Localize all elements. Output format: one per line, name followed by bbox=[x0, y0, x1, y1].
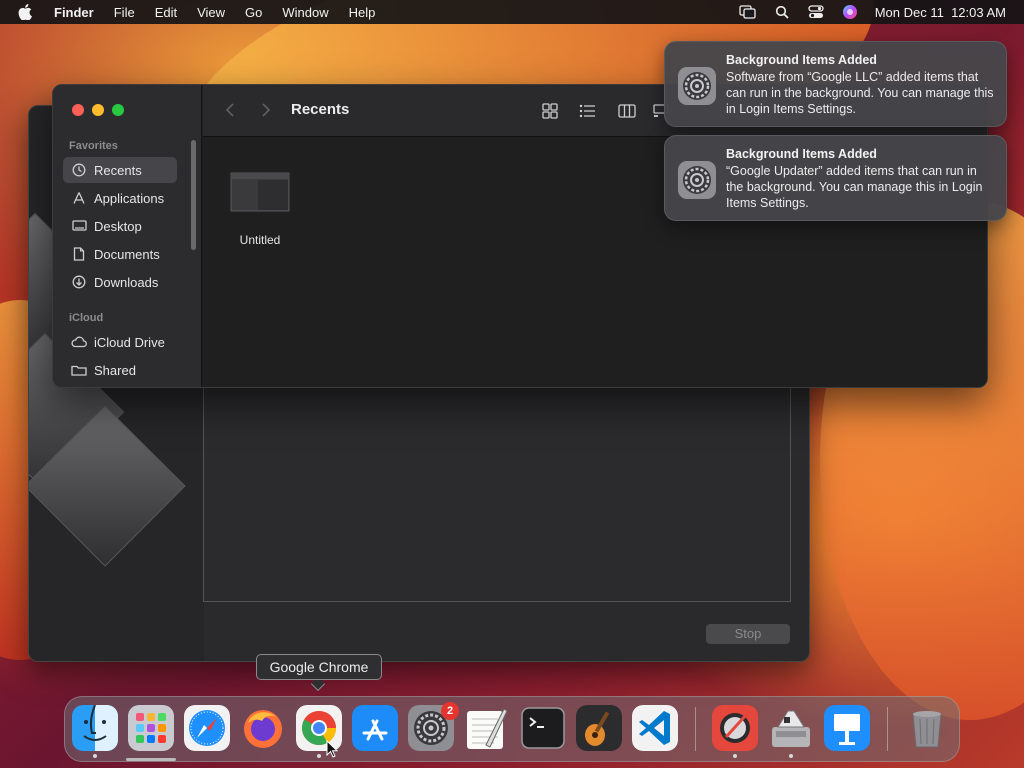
menu-bar: Finder File Edit View Go Window Help Mon… bbox=[0, 0, 1024, 24]
sidebar-item-label: Recents bbox=[94, 162, 142, 178]
launchpad-dock-icon[interactable] bbox=[128, 705, 174, 751]
apple-menu-icon[interactable] bbox=[18, 4, 38, 20]
sidebar-scrollbar[interactable] bbox=[191, 140, 196, 250]
control-center-icon[interactable] bbox=[807, 4, 825, 20]
notification-background-items-1[interactable]: Background Items Added Software from “Go… bbox=[664, 41, 1007, 127]
file-thumbnail-icon bbox=[230, 172, 290, 214]
menu-app-name[interactable]: Finder bbox=[54, 5, 94, 20]
notification-body: “Google Updater” added items that can ru… bbox=[726, 164, 983, 210]
dock-scroll-indicator bbox=[126, 758, 176, 761]
shared-folder-icon bbox=[71, 362, 87, 378]
dock bbox=[64, 696, 960, 762]
file-name: Untitled bbox=[239, 233, 281, 247]
sidebar-item-downloads[interactable]: Downloads bbox=[63, 269, 177, 295]
screen-mirroring-icon[interactable] bbox=[739, 4, 757, 20]
system-settings-icon bbox=[677, 66, 717, 106]
notification-badge: 2 bbox=[441, 702, 459, 720]
forward-chevron-icon[interactable] bbox=[261, 101, 271, 124]
sidebar-item-label: iCloud Drive bbox=[94, 334, 165, 350]
app-store-dock-icon[interactable] bbox=[352, 705, 398, 751]
sidebar-item-documents[interactable]: Documents bbox=[63, 241, 177, 267]
dock-tooltip: Google Chrome bbox=[256, 654, 382, 680]
finder-sidebar: Favorites Recents Applications Desktop D… bbox=[53, 85, 202, 387]
menu-edit[interactable]: Edit bbox=[155, 5, 177, 20]
installer-content-area bbox=[203, 386, 791, 602]
icon-view-icon[interactable] bbox=[538, 99, 562, 123]
finder-window: Favorites Recents Applications Desktop D… bbox=[52, 84, 988, 388]
notification-body: Software from “Google LLC” added items t… bbox=[726, 70, 994, 116]
document-icon bbox=[71, 246, 87, 262]
window-title: Recents bbox=[291, 101, 350, 118]
download-icon bbox=[71, 274, 87, 290]
menubar-clock[interactable]: Mon Dec 11 12:03 AM bbox=[875, 5, 1006, 20]
running-indicator bbox=[789, 754, 793, 758]
sidebar-item-recents[interactable]: Recents bbox=[63, 157, 177, 183]
sidebar-item-label: Downloads bbox=[94, 274, 159, 290]
spotlight-icon[interactable] bbox=[773, 4, 791, 20]
garageband-dock-icon[interactable] bbox=[576, 705, 622, 751]
menu-view[interactable]: View bbox=[197, 5, 225, 20]
notification-background-items-2[interactable]: Background Items Added “Google Updater” … bbox=[664, 135, 1007, 221]
system-settings-icon bbox=[677, 160, 717, 200]
siri-icon[interactable] bbox=[841, 4, 859, 20]
mouse-cursor-icon bbox=[326, 739, 339, 763]
sidebar-item-desktop[interactable]: Desktop bbox=[63, 213, 177, 239]
minimize-button[interactable] bbox=[92, 104, 104, 116]
menu-go[interactable]: Go bbox=[245, 5, 262, 20]
sidebar-item-label: Desktop bbox=[94, 218, 142, 234]
stop-button[interactable]: Stop bbox=[706, 624, 790, 644]
sidebar-item-label: Applications bbox=[94, 190, 165, 206]
dock-separator bbox=[887, 707, 888, 751]
sidebar-item-label: Documents bbox=[94, 246, 160, 262]
menu-help[interactable]: Help bbox=[349, 5, 376, 20]
back-chevron-icon[interactable] bbox=[225, 101, 235, 124]
notification-title: Background Items Added bbox=[726, 147, 877, 161]
finder-dock-icon[interactable] bbox=[72, 705, 118, 751]
firefox-dock-icon[interactable] bbox=[240, 705, 286, 751]
close-button[interactable] bbox=[72, 104, 84, 116]
file-item-untitled[interactable]: Untitled bbox=[230, 172, 290, 247]
safari-dock-icon[interactable] bbox=[184, 705, 230, 751]
running-indicator bbox=[317, 754, 321, 758]
column-view-icon[interactable] bbox=[615, 99, 639, 123]
visual-studio-code-dock-icon[interactable] bbox=[632, 705, 678, 751]
notification-title: Background Items Added bbox=[726, 53, 877, 67]
textedit-dock-icon[interactable] bbox=[464, 705, 510, 751]
desktop-icon bbox=[71, 218, 87, 234]
sidebar-section-icloud: iCloud bbox=[69, 312, 104, 324]
applications-icon bbox=[71, 190, 87, 206]
sidebar-section-favorites: Favorites bbox=[69, 140, 118, 152]
boot-camp-assistant-dock-icon[interactable] bbox=[768, 705, 814, 751]
dock-separator bbox=[695, 707, 696, 751]
keynote-dock-icon[interactable] bbox=[824, 705, 870, 751]
menu-window[interactable]: Window bbox=[282, 5, 328, 20]
menu-file[interactable]: File bbox=[114, 5, 135, 20]
sidebar-item-applications[interactable]: Applications bbox=[63, 185, 177, 211]
zoom-button[interactable] bbox=[112, 104, 124, 116]
trash-dock-icon[interactable] bbox=[904, 705, 950, 751]
sidebar-item-icloud-drive[interactable]: iCloud Drive bbox=[63, 329, 177, 355]
running-indicator bbox=[93, 754, 97, 758]
running-indicator bbox=[733, 754, 737, 758]
list-view-icon[interactable] bbox=[575, 99, 599, 123]
clock-icon bbox=[71, 162, 87, 178]
window-controls bbox=[72, 104, 124, 116]
terminal-dock-icon[interactable] bbox=[520, 705, 566, 751]
sidebar-item-shared[interactable]: Shared bbox=[63, 357, 177, 383]
sidebar-item-label: Shared bbox=[94, 362, 136, 378]
cloud-icon bbox=[71, 334, 87, 350]
directory-utility-dock-icon[interactable] bbox=[712, 705, 758, 751]
